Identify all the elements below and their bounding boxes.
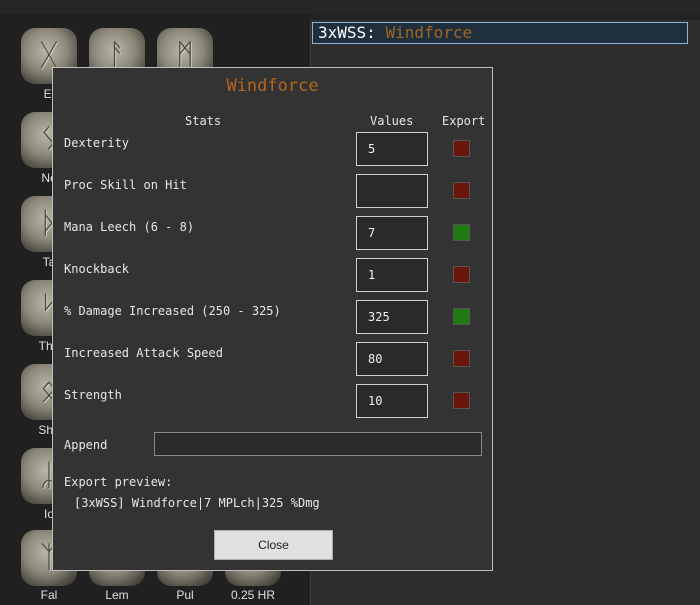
- append-input[interactable]: [154, 432, 482, 456]
- export-toggle-strength[interactable]: [453, 392, 470, 409]
- stat-value-damage-increased[interactable]: [356, 300, 428, 334]
- export-preview-label: Export preview:: [64, 475, 173, 489]
- stat-value-dexterity[interactable]: [356, 132, 428, 166]
- top-bar: [0, 0, 700, 14]
- export-toggle-proc-skill[interactable]: [453, 182, 470, 199]
- close-button[interactable]: Close: [214, 530, 333, 560]
- stats-dialog: Windforce Stats Values Export Dexterity …: [52, 67, 493, 571]
- stat-label-mana-leech: Mana Leech (6 - 8): [64, 220, 195, 234]
- export-toggle-attack-speed[interactable]: [453, 350, 470, 367]
- stat-value-proc-skill[interactable]: [356, 174, 428, 208]
- export-toggle-knockback[interactable]: [453, 266, 470, 283]
- export-toggle-damage-increased[interactable]: [453, 308, 470, 325]
- stat-label-damage-increased: % Damage Increased (250 - 325): [64, 304, 281, 318]
- stat-label-knockback: Knockback: [64, 262, 130, 276]
- rune-label: Fal: [40, 588, 58, 602]
- rune-label: Pul: [176, 588, 194, 602]
- stat-value-mana-leech[interactable]: [356, 216, 428, 250]
- rune-label: 0.25 HR: [230, 588, 276, 602]
- rune-label: Lem: [105, 588, 129, 602]
- export-toggle-dexterity[interactable]: [453, 140, 470, 157]
- stat-value-strength[interactable]: [356, 384, 428, 418]
- selected-runeword-item[interactable]: 3xWSS: Windforce: [312, 22, 688, 44]
- runeword-name: Windforce: [385, 23, 473, 42]
- export-toggle-mana-leech[interactable]: [453, 224, 470, 241]
- values-column-header: Values: [370, 114, 414, 128]
- runeword-base-prefix: 3xWSS:: [318, 23, 376, 42]
- stat-value-attack-speed[interactable]: [356, 342, 428, 376]
- stat-label-dexterity: Dexterity: [64, 136, 130, 150]
- export-column-header: Export: [442, 114, 486, 128]
- stat-value-knockback[interactable]: [356, 258, 428, 292]
- dialog-title: Windforce: [226, 76, 319, 96]
- export-preview-text: [3xWSS] Windforce|7 MPLch|325 %Dmg: [74, 496, 320, 510]
- append-label: Append: [64, 438, 108, 452]
- stats-column-header: Stats: [185, 114, 222, 128]
- stat-label-attack-speed: Increased Attack Speed: [64, 346, 223, 360]
- stat-label-proc-skill: Proc Skill on Hit: [64, 178, 187, 192]
- stat-label-strength: Strength: [64, 388, 122, 402]
